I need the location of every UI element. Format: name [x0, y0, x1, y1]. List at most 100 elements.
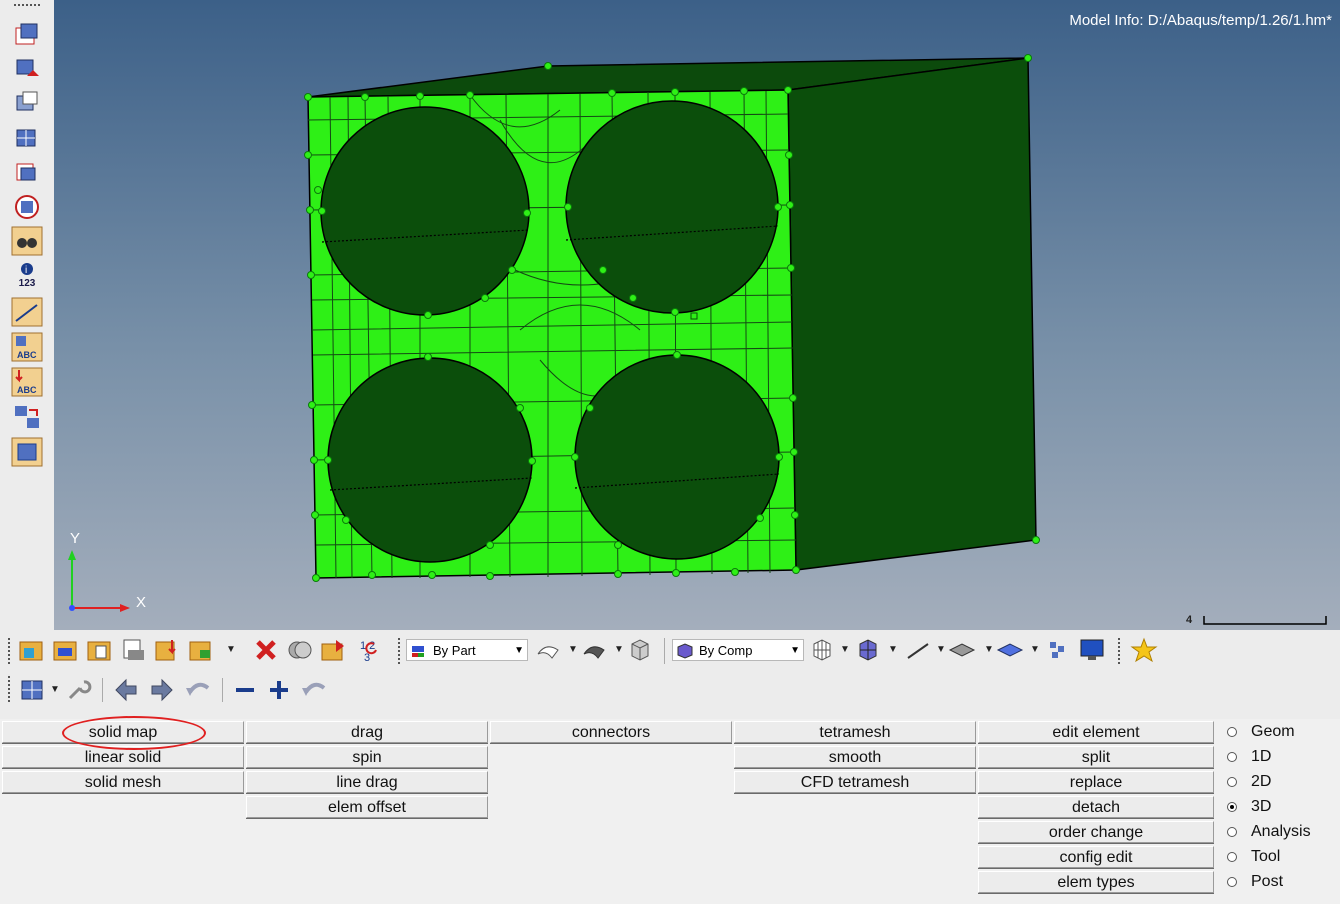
tetramesh-button[interactable]: tetramesh: [734, 721, 976, 743]
radio-label: Tool: [1251, 848, 1281, 865]
radio-circle: [1227, 752, 1237, 762]
organize-icon[interactable]: [320, 636, 348, 664]
binoculars-icon[interactable]: [11, 226, 43, 256]
cfd-tetramesh-button[interactable]: CFD tetramesh: [734, 771, 976, 793]
geometry-display-icon[interactable]: [534, 636, 562, 664]
find-icon[interactable]: [11, 156, 43, 186]
toolbar-grip[interactable]: [14, 4, 40, 8]
toolbar-separator: [664, 638, 668, 664]
radio-label: 1D: [1251, 748, 1272, 765]
edit-element-button[interactable]: edit element: [978, 721, 1214, 743]
line-drag-button[interactable]: line drag: [246, 771, 488, 793]
view-layout-icon[interactable]: [18, 676, 46, 704]
surface-display-icon[interactable]: [580, 636, 608, 664]
label-abc-icon[interactable]: ABC: [11, 332, 43, 362]
dropdown-arrow-icon[interactable]: ▼: [936, 644, 946, 655]
forward-arrow-icon[interactable]: [148, 676, 176, 704]
open-model-icon[interactable]: [18, 636, 46, 664]
smooth-button[interactable]: smooth: [734, 746, 976, 768]
frame-icon[interactable]: [11, 437, 43, 467]
save-model-icon[interactable]: [52, 636, 80, 664]
swap-icon[interactable]: [11, 402, 43, 432]
radio-label: Geom: [1251, 723, 1295, 740]
elem-types-button[interactable]: elem types: [978, 871, 1214, 893]
color-by-part-label: By Part: [433, 643, 476, 658]
redo-icon[interactable]: [300, 676, 328, 704]
mesh-model: [68, 54, 1327, 625]
info-icon[interactable]: i 123: [11, 262, 43, 292]
radio-circle: [1227, 802, 1237, 812]
replace-button[interactable]: replace: [978, 771, 1214, 793]
detach-button[interactable]: detach: [978, 796, 1214, 818]
back-arrow-icon[interactable]: [112, 676, 140, 704]
dropdown-arrow-icon[interactable]: ▼: [1030, 644, 1040, 655]
svg-text:i: i: [25, 265, 27, 276]
radio-selected-dot: [1230, 805, 1234, 809]
unmask-icon[interactable]: [11, 88, 43, 118]
toolbar-grip[interactable]: [8, 638, 13, 664]
drag-button[interactable]: drag: [246, 721, 488, 743]
dropdown-arrow-icon[interactable]: ▼: [840, 644, 850, 655]
left-toolbar: i 123 ABC ABC: [0, 0, 54, 630]
import-solver-icon[interactable]: [154, 636, 182, 664]
minus-icon[interactable]: [232, 676, 260, 704]
renumber-icon[interactable]: 1 23: [356, 636, 384, 664]
shaded-mesh-icon[interactable]: [854, 636, 882, 664]
color-by-comp-select[interactable]: By Comp ▼: [672, 639, 804, 661]
isolate-icon[interactable]: [11, 192, 43, 222]
color-by-part-select[interactable]: By Part ▼: [406, 639, 528, 661]
wireframe-icon[interactable]: [808, 636, 836, 664]
main-toolbar-row-2: ▼: [0, 672, 1340, 708]
radio-circle: [1227, 877, 1237, 887]
wrench-icon[interactable]: [64, 676, 92, 704]
dropdown-arrow-icon[interactable]: ▼: [50, 684, 60, 695]
reverse-icon[interactable]: [11, 122, 43, 152]
duplicate-icon[interactable]: [286, 636, 314, 664]
config-edit-button[interactable]: config edit: [978, 846, 1214, 868]
export-icon[interactable]: [120, 636, 148, 664]
main-toolbar-row-1: ▼ 1 23 By Part ▼ ▼ ▼ By Comp ▼ ▼ ▼ ▼ ▼ ▼: [0, 632, 1340, 668]
toolbar-separator: [222, 678, 226, 702]
scale-icon[interactable]: [11, 297, 43, 327]
dropdown-arrow-icon[interactable]: ▼: [984, 644, 994, 655]
dropdown-arrow-icon[interactable]: ▼: [568, 644, 578, 655]
solid-mesh-button[interactable]: solid mesh: [2, 771, 244, 793]
connectors-button[interactable]: connectors: [490, 721, 732, 743]
surface-shaded-icon[interactable]: [996, 636, 1024, 664]
delete-icon[interactable]: [252, 636, 280, 664]
toolbar-separator: [102, 678, 106, 702]
radio-label: Post: [1251, 873, 1284, 890]
radio-circle: [1227, 852, 1237, 862]
linear-solid-button[interactable]: linear solid: [2, 746, 244, 768]
spin-button[interactable]: spin: [246, 746, 488, 768]
label-abc-red-icon[interactable]: ABC: [11, 367, 43, 397]
import-icon[interactable]: [86, 636, 114, 664]
svg-text:ABC: ABC: [17, 385, 37, 395]
scale-value: 4: [1186, 614, 1193, 626]
export-solver-icon[interactable]: [188, 636, 216, 664]
dropdown-arrow-icon[interactable]: ▼: [614, 644, 624, 655]
solid-map-button[interactable]: solid map: [2, 721, 244, 743]
plus-icon[interactable]: [266, 676, 294, 704]
order-change-button[interactable]: order change: [978, 821, 1214, 843]
graphics-viewport[interactable]: Model Info: D:/Abaqus/temp/1.26/1.hm* Y …: [54, 0, 1340, 630]
elements-icon[interactable]: [1044, 636, 1072, 664]
favorite-star-icon[interactable]: [1130, 636, 1158, 664]
dropdown-arrow-icon[interactable]: ▼: [226, 644, 236, 655]
line-display-icon[interactable]: [904, 636, 932, 664]
toolbar-grip[interactable]: [398, 638, 403, 664]
color-by-comp-label: By Comp: [699, 643, 753, 658]
plane-display-icon[interactable]: [948, 636, 976, 664]
solid-display-icon[interactable]: [626, 636, 654, 664]
toolbar-grip[interactable]: [8, 676, 13, 702]
radio-circle: [1227, 727, 1237, 737]
radio-circle: [1227, 827, 1237, 837]
undo-icon[interactable]: [184, 676, 212, 704]
monitor-icon[interactable]: [1078, 636, 1106, 664]
toolbar-grip[interactable]: [1118, 638, 1123, 664]
show-elements-icon[interactable]: [11, 20, 43, 50]
mask-elements-icon[interactable]: [11, 54, 43, 84]
split-button[interactable]: split: [978, 746, 1214, 768]
elem-offset-button[interactable]: elem offset: [246, 796, 488, 818]
dropdown-arrow-icon[interactable]: ▼: [888, 644, 898, 655]
